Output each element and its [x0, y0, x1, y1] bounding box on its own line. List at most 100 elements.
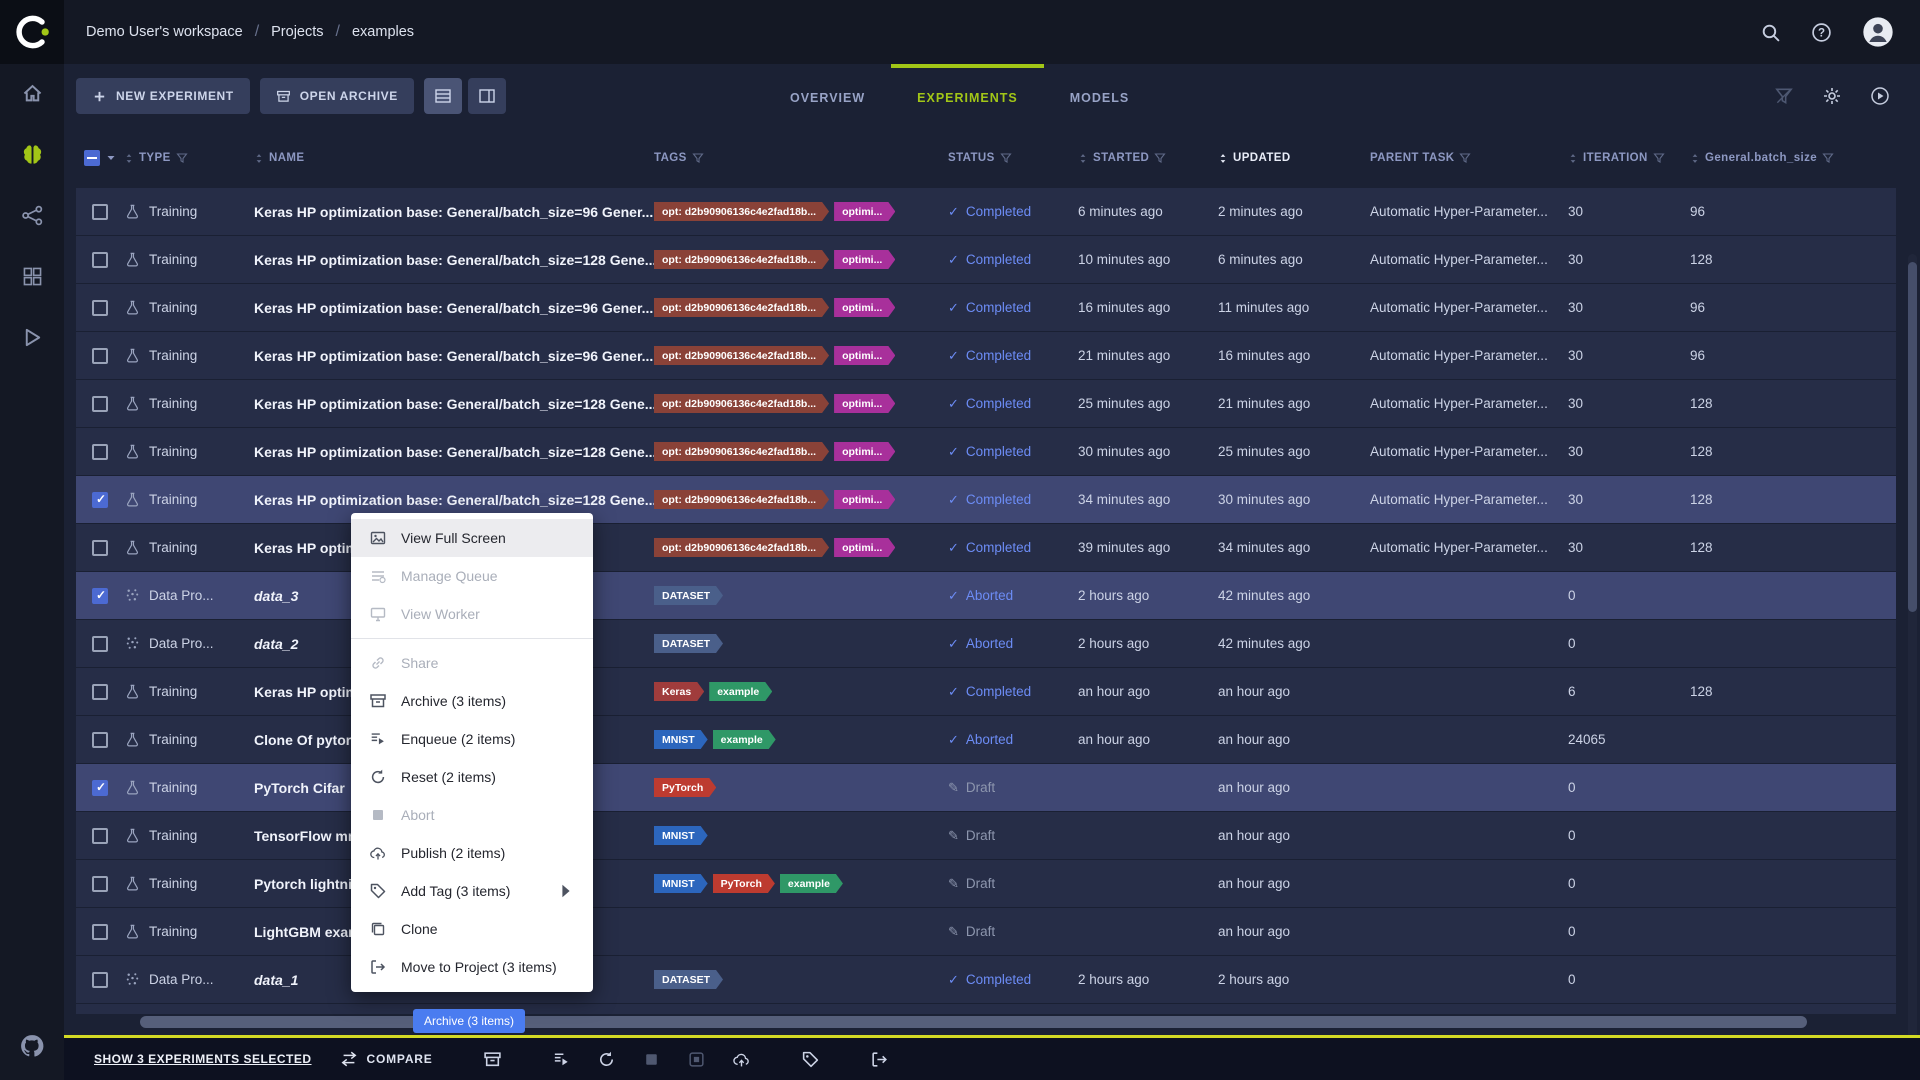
- sidebar-item-reports[interactable]: [21, 326, 44, 349]
- context-menu-item[interactable]: Add Tag (3 items): [351, 872, 593, 910]
- tab-experiments[interactable]: EXPERIMENTS: [891, 64, 1044, 128]
- footer-move-button[interactable]: [870, 1050, 889, 1069]
- breadcrumb-item[interactable]: examples: [352, 24, 414, 40]
- context-menu-item[interactable]: Reset (2 items): [351, 758, 593, 796]
- help-icon[interactable]: ?: [1811, 22, 1832, 43]
- row-checkbox[interactable]: [92, 539, 108, 556]
- table-row[interactable]: Data Pro... data_1 DATASET ✓ Completed 2 hour…: [76, 956, 1896, 1004]
- filter-icon[interactable]: [1154, 152, 1166, 164]
- filter-icon[interactable]: [176, 152, 188, 164]
- column-header-iteration[interactable]: ITERATION: [1568, 152, 1690, 165]
- row-checkbox[interactable]: [92, 875, 108, 892]
- context-menu-item[interactable]: Enqueue (2 items): [351, 720, 593, 758]
- breadcrumb-item[interactable]: Demo User's workspace: [86, 24, 243, 40]
- table-row[interactable]: Training Keras HP optimization base: Gene…: [76, 428, 1896, 476]
- table-row[interactable]: Training Keras HP optimization base: Gene…: [76, 188, 1896, 236]
- row-checkbox[interactable]: [92, 827, 108, 844]
- column-header-type[interactable]: TYPE: [124, 152, 254, 165]
- split-view-toggle[interactable]: [467, 78, 506, 114]
- column-header-parent-task[interactable]: PARENT TASK: [1370, 152, 1568, 164]
- row-checkbox[interactable]: [92, 491, 108, 508]
- column-header-status[interactable]: STATUS: [948, 152, 1078, 164]
- sort-icon[interactable]: [124, 152, 134, 165]
- row-checkbox[interactable]: [92, 779, 108, 796]
- clearml-logo[interactable]: [0, 0, 64, 64]
- context-menu-item[interactable]: Clone: [351, 910, 593, 948]
- gear-icon[interactable]: [1822, 86, 1842, 106]
- column-header-batch-size[interactable]: General.batch_size: [1690, 152, 1896, 165]
- tab-overview[interactable]: OVERVIEW: [764, 64, 891, 128]
- breadcrumb-item[interactable]: Projects: [271, 24, 323, 40]
- footer-abort-all-button[interactable]: [687, 1050, 706, 1069]
- new-experiment-button[interactable]: NEW EXPERIMENT: [76, 78, 250, 114]
- table-row[interactable]: Training Keras HP optimization base: Gene…: [76, 476, 1896, 524]
- select-all-checkbox[interactable]: [84, 150, 100, 166]
- search-icon[interactable]: [1760, 22, 1781, 43]
- row-checkbox[interactable]: [92, 731, 108, 748]
- context-menu-item[interactable]: Publish (2 items): [351, 834, 593, 872]
- row-checkbox[interactable]: [92, 923, 108, 940]
- filter-icon[interactable]: [1653, 152, 1665, 164]
- sidebar-item-projects[interactable]: [21, 143, 44, 166]
- context-menu-item[interactable]: Move to Project (3 items): [351, 948, 593, 986]
- filter-icon[interactable]: [1459, 152, 1472, 164]
- context-menu-item[interactable]: View Full Screen: [351, 519, 593, 557]
- sidebar-item-datasets[interactable]: [21, 265, 44, 288]
- footer-abort-button[interactable]: [642, 1050, 661, 1069]
- compare-button[interactable]: COMPARE: [340, 1050, 433, 1068]
- sort-icon[interactable]: [1078, 152, 1088, 165]
- footer-tag-button[interactable]: [801, 1050, 820, 1069]
- table-row[interactable]: Training Clone Of pytorch MNIST example ✓ Abo…: [76, 716, 1896, 764]
- row-checkbox[interactable]: [92, 587, 108, 604]
- column-header-updated[interactable]: UPDATED: [1218, 152, 1370, 165]
- vertical-scrollbar[interactable]: [1908, 254, 1917, 1074]
- filter-icon[interactable]: [1822, 152, 1834, 164]
- table-view-toggle[interactable]: [423, 78, 462, 114]
- table-row[interactable]: Training Keras HP optimization base: Gene…: [76, 380, 1896, 428]
- table-row[interactable]: Data Pro...data_3DATASET✓Aborted2 hours …: [76, 572, 1896, 620]
- table-row[interactable]: Training TensorFlow mni MNIST ✎ Draft an hour…: [76, 812, 1896, 860]
- column-header-name[interactable]: NAME: [254, 152, 654, 165]
- column-header-started[interactable]: STARTED: [1078, 152, 1218, 165]
- table-row[interactable]: TrainingPyTorch CifarPyTorch✎Draftan hou…: [76, 764, 1896, 812]
- row-checkbox[interactable]: [92, 251, 108, 268]
- chevron-down-icon[interactable]: [106, 153, 116, 163]
- row-checkbox[interactable]: [92, 635, 108, 652]
- row-checkbox[interactable]: [92, 347, 108, 364]
- clear-filters-icon[interactable]: [1774, 86, 1794, 106]
- tab-models[interactable]: MODELS: [1044, 64, 1155, 128]
- filter-icon[interactable]: [692, 152, 704, 164]
- row-checkbox[interactable]: [92, 971, 108, 988]
- row-checkbox[interactable]: [92, 203, 108, 220]
- table-row[interactable]: Training Pytorch lightnin MNIST PyTorch exam…: [76, 860, 1896, 908]
- filter-icon[interactable]: [1000, 152, 1012, 164]
- table-row[interactable]: Training Keras HP optim Keras example ✓ Compl…: [76, 668, 1896, 716]
- table-row[interactable]: Training Keras HP optimization base: Gene…: [76, 332, 1896, 380]
- table-row[interactable]: Training Keras HP optimization base: Gene…: [76, 236, 1896, 284]
- table-row[interactable]: Data Pro... data_2 DATASET ✓ Aborted 2 hours …: [76, 620, 1896, 668]
- sidebar-item-pipelines[interactable]: [21, 204, 44, 227]
- context-menu-item[interactable]: Archive (3 items): [351, 682, 593, 720]
- table-row[interactable]: Training LightGBM exam ✎ Draft an hour ago 0: [76, 908, 1896, 956]
- sort-icon[interactable]: [1690, 152, 1700, 165]
- row-checkbox[interactable]: [92, 395, 108, 412]
- avatar[interactable]: [1862, 16, 1894, 48]
- sort-icon[interactable]: [1568, 152, 1578, 165]
- show-selected-link[interactable]: SHOW 3 EXPERIMENTS SELECTED: [94, 1052, 312, 1066]
- sort-icon[interactable]: [1218, 152, 1228, 165]
- sort-icon[interactable]: [254, 152, 264, 165]
- row-checkbox[interactable]: [92, 683, 108, 700]
- horizontal-scrollbar[interactable]: [140, 1016, 1876, 1028]
- column-header-tags[interactable]: TAGS: [654, 152, 948, 164]
- footer-reset-button[interactable]: [597, 1050, 616, 1069]
- autorefresh-icon[interactable]: [1870, 86, 1890, 106]
- table-row[interactable]: Training Keras HP optimization base: Gene…: [76, 284, 1896, 332]
- footer-archive-button[interactable]: [483, 1050, 502, 1069]
- row-checkbox[interactable]: [92, 443, 108, 460]
- footer-publish-button[interactable]: [732, 1050, 751, 1069]
- table-row[interactable]: Training Keras HP optim opt: d2b90906136c4…: [76, 524, 1896, 572]
- open-archive-button[interactable]: OPEN ARCHIVE: [259, 78, 414, 114]
- footer-enqueue-button[interactable]: [552, 1050, 571, 1069]
- github-icon[interactable]: [19, 1033, 45, 1059]
- row-checkbox[interactable]: [92, 299, 108, 316]
